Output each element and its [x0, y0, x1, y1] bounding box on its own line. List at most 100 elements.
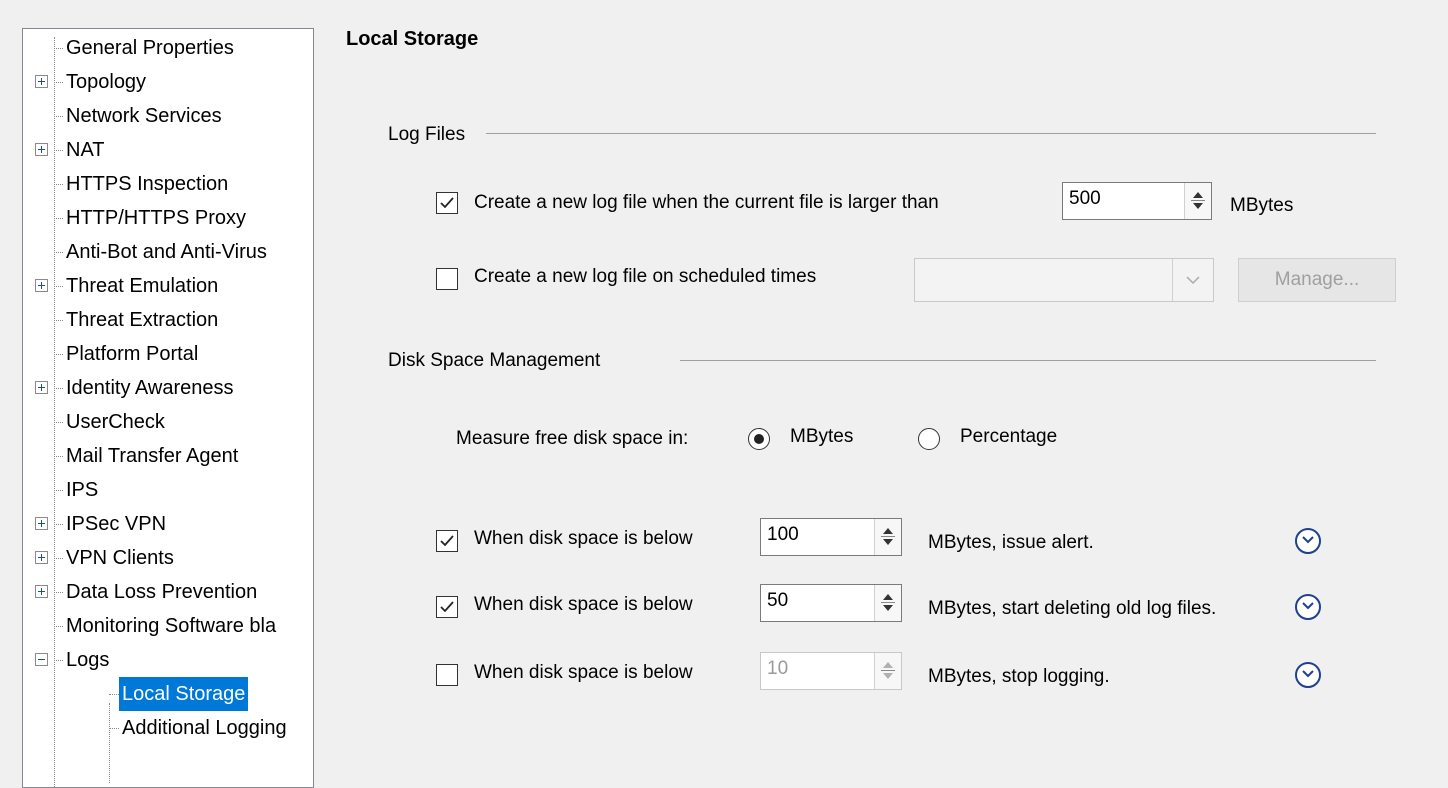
tree-item-data-loss-prevention[interactable]: Data Loss Prevention	[23, 575, 313, 609]
tree-item-label: Threat Emulation	[66, 275, 219, 297]
tree-item-label: Network Services	[66, 105, 222, 127]
tree-connector	[54, 82, 63, 83]
tree-item-label: Data Loss Prevention	[66, 581, 258, 603]
tree-item-topology[interactable]: Topology	[23, 65, 313, 99]
delete-threshold-stepper[interactable]: 50	[760, 584, 902, 622]
arrow-up-icon	[883, 594, 893, 600]
measure-label: Measure free disk space in:	[456, 428, 689, 449]
schedule-dropdown[interactable]	[914, 258, 1214, 302]
stepper-buttons[interactable]	[874, 519, 901, 555]
expand-plus-icon[interactable]	[35, 381, 48, 394]
stepper-value[interactable]: 50	[767, 590, 788, 612]
section-divider	[680, 360, 1376, 361]
stop-threshold-stepper[interactable]: 10	[760, 652, 902, 690]
tree-item-label: Platform Portal	[66, 343, 199, 365]
stepper-buttons[interactable]	[1184, 183, 1211, 219]
tree-item-threat-extraction[interactable]: Threat Extraction	[23, 303, 313, 337]
tree-item-mail-transfer-agent[interactable]: Mail Transfer Agent	[23, 439, 313, 473]
tree-item-http-https-proxy[interactable]: HTTP/HTTPS Proxy	[23, 201, 313, 235]
tree-item-label: IPS	[66, 479, 99, 501]
expand-plus-icon[interactable]	[35, 517, 48, 530]
tree-item-additional-logging[interactable]: Additional Logging	[23, 711, 313, 745]
expand-details-icon[interactable]	[1295, 594, 1321, 620]
tree-connector	[109, 694, 119, 695]
tree-item-label: UserCheck	[66, 411, 165, 433]
checkmark-icon	[440, 535, 454, 547]
section-title-log-files: Log Files	[388, 124, 466, 145]
tree-item-platform-portal[interactable]: Platform Portal	[23, 337, 313, 371]
tree-item-network-services[interactable]: Network Services	[23, 99, 313, 133]
expand-plus-icon[interactable]	[35, 279, 48, 292]
delete-rule-checkbox[interactable]	[436, 596, 458, 618]
radio-percentage-label: Percentage	[960, 426, 1058, 447]
alert-rule-label: When disk space is below	[474, 528, 693, 549]
tree-item-anti-bot-anti-virus[interactable]: Anti-Bot and Anti-Virus	[23, 235, 313, 269]
tree-item-label: NAT	[66, 139, 105, 161]
tree-connector	[54, 286, 63, 287]
scheduled-rotation-checkbox[interactable]	[436, 268, 458, 290]
tree-item-label: Identity Awareness	[66, 377, 234, 399]
delete-rule-suffix: MBytes, start deleting old log files.	[928, 598, 1217, 619]
section-divider	[486, 133, 1376, 134]
arrow-down-icon	[883, 605, 893, 611]
navigation-tree[interactable]: General Properties Topology Network Serv…	[22, 28, 314, 788]
tree-connector	[54, 660, 63, 661]
checkmark-icon	[440, 197, 454, 209]
tree-item-logs[interactable]: Logs	[23, 643, 313, 677]
tree-item-identity-awareness[interactable]: Identity Awareness	[23, 371, 313, 405]
stepper-buttons[interactable]	[874, 585, 901, 621]
size-rotation-label: Create a new log file when the current f…	[474, 192, 939, 213]
scheduled-rotation-label: Create a new log file on scheduled times	[474, 266, 817, 287]
tree-item-ips[interactable]: IPS	[23, 473, 313, 507]
expand-plus-icon[interactable]	[35, 585, 48, 598]
tree-item-label: Mail Transfer Agent	[66, 445, 239, 467]
radio-mbytes-label: MBytes	[790, 426, 854, 447]
alert-threshold-stepper[interactable]: 100	[760, 518, 902, 556]
tree-item-nat[interactable]: NAT	[23, 133, 313, 167]
radio-percentage[interactable]	[918, 428, 940, 450]
arrow-down-icon	[883, 539, 893, 545]
stop-rule-label: When disk space is below	[474, 662, 693, 683]
tree-item-https-inspection[interactable]: HTTPS Inspection	[23, 167, 313, 201]
radio-mbytes[interactable]	[748, 428, 770, 450]
tree-connector	[54, 354, 63, 355]
tree-connector	[54, 150, 63, 151]
tree-connector	[54, 558, 63, 559]
tree-item-ipsec-vpn[interactable]: IPSec VPN	[23, 507, 313, 541]
size-rotation-checkbox[interactable]	[436, 192, 458, 214]
manage-button[interactable]: Manage...	[1238, 258, 1396, 302]
size-rotation-stepper[interactable]: 500	[1062, 182, 1212, 220]
tree-item-label: General Properties	[66, 37, 234, 59]
tree-item-label: Threat Extraction	[66, 309, 219, 331]
tree-connector	[54, 218, 63, 219]
tree-item-usercheck[interactable]: UserCheck	[23, 405, 313, 439]
tree-item-label: IPSec VPN	[66, 513, 167, 535]
expand-details-icon[interactable]	[1295, 662, 1321, 688]
tree-item-local-storage[interactable]: Local Storage	[23, 677, 313, 711]
tree-item-vpn-clients[interactable]: VPN Clients	[23, 541, 313, 575]
alert-rule-suffix: MBytes, issue alert.	[928, 532, 1094, 553]
stepper-value[interactable]: 500	[1069, 188, 1101, 210]
tree-item-threat-emulation[interactable]: Threat Emulation	[23, 269, 313, 303]
stepper-buttons[interactable]	[874, 653, 901, 689]
tree-connector	[109, 728, 119, 729]
chevron-down-icon[interactable]	[1172, 259, 1213, 301]
section-title-disk-space: Disk Space Management	[388, 350, 601, 371]
expand-plus-icon[interactable]	[35, 551, 48, 564]
tree-connector	[54, 320, 63, 321]
stop-rule-checkbox[interactable]	[436, 664, 458, 686]
tree-item-general-properties[interactable]: General Properties	[23, 31, 313, 65]
tree-item-label: HTTP/HTTPS Proxy	[66, 207, 247, 229]
stepper-value[interactable]: 10	[767, 658, 788, 680]
tree-connector	[54, 388, 63, 389]
alert-rule-checkbox[interactable]	[436, 530, 458, 552]
stepper-value[interactable]: 100	[767, 524, 799, 546]
expand-details-icon[interactable]	[1295, 528, 1321, 554]
expand-plus-icon[interactable]	[35, 75, 48, 88]
expand-plus-icon[interactable]	[35, 143, 48, 156]
collapse-minus-icon[interactable]	[35, 653, 48, 666]
arrow-down-icon	[883, 673, 893, 679]
tree-item-label: Anti-Bot and Anti-Virus	[66, 241, 267, 263]
tree-item-monitoring-software[interactable]: Monitoring Software bla	[23, 609, 313, 643]
tree-connector	[54, 252, 63, 253]
